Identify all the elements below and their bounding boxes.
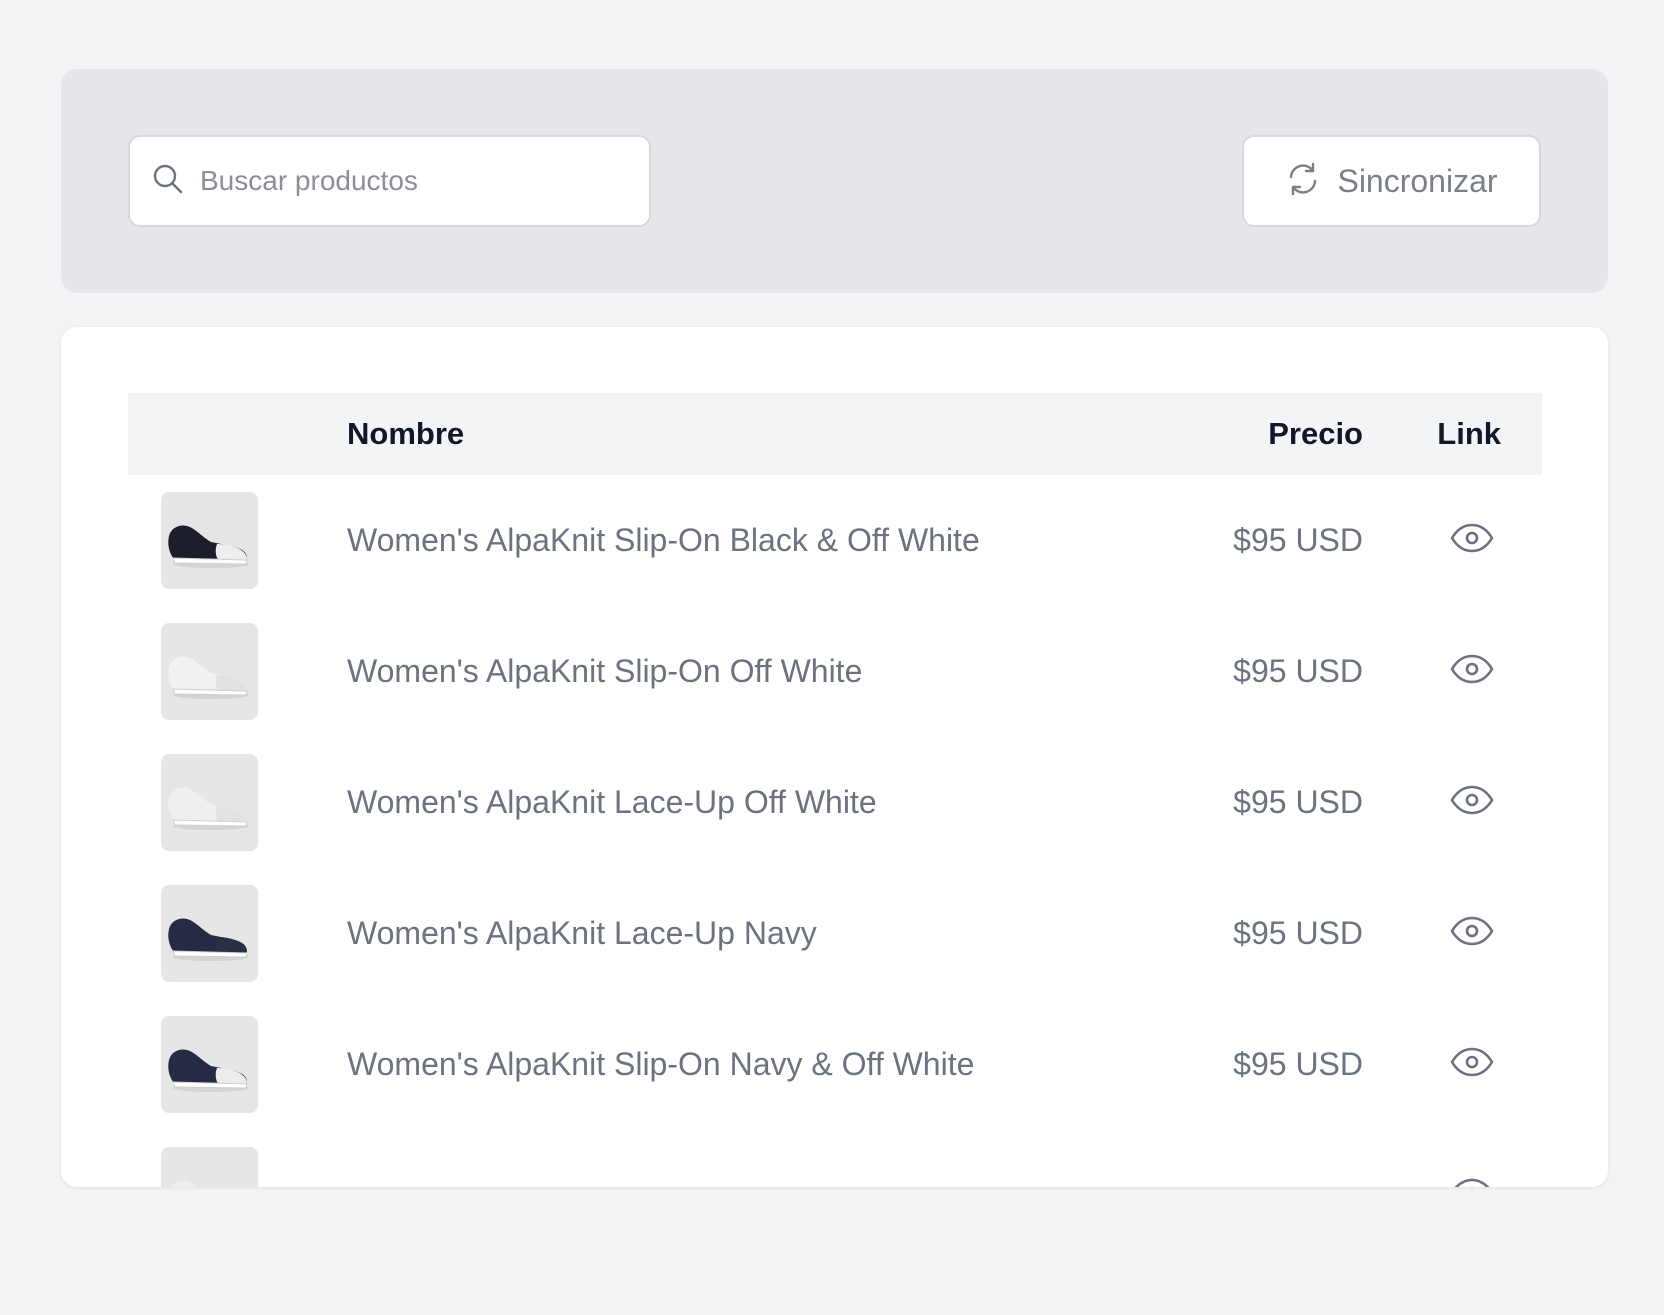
eye-icon	[1450, 523, 1494, 558]
column-header-link: Link	[1437, 416, 1501, 451]
table-row[interactable]	[128, 1130, 1542, 1187]
eye-icon	[1450, 654, 1494, 689]
search-input[interactable]	[200, 165, 620, 197]
table-row[interactable]: Women's AlpaKnit Lace-Up Navy $95 USD	[128, 868, 1542, 999]
search-box[interactable]	[128, 135, 651, 227]
page: Sincronizar Nombre Precio Link Women's A…	[0, 0, 1664, 1315]
product-price: $95 USD	[1233, 784, 1363, 820]
product-thumbnail	[161, 492, 258, 589]
product-thumbnail	[161, 754, 258, 851]
sync-icon	[1285, 161, 1321, 202]
toolbar: Sincronizar	[61, 69, 1608, 293]
products-table-card: Nombre Precio Link Women's AlpaKnit Slip…	[61, 327, 1608, 1187]
product-thumbnail	[161, 623, 258, 720]
view-product-link[interactable]	[1449, 779, 1495, 825]
product-name: Women's AlpaKnit Slip-On Navy & Off Whit…	[347, 1046, 975, 1082]
product-price: $95 USD	[1233, 653, 1363, 689]
table-row[interactable]: Women's AlpaKnit Slip-On Navy & Off Whit…	[128, 999, 1542, 1130]
product-thumbnail	[161, 1147, 258, 1187]
view-product-link[interactable]	[1449, 1172, 1495, 1187]
table-header: Nombre Precio Link	[128, 393, 1542, 475]
table-row[interactable]: Women's AlpaKnit Slip-On Off White $95 U…	[128, 606, 1542, 737]
product-name: Women's AlpaKnit Lace-Up Navy	[347, 915, 817, 951]
eye-icon	[1450, 916, 1494, 951]
sync-button-label: Sincronizar	[1337, 162, 1498, 199]
product-thumbnail	[161, 1016, 258, 1113]
view-product-link[interactable]	[1449, 910, 1495, 956]
column-header-name[interactable]: Nombre	[347, 393, 464, 475]
view-product-link[interactable]	[1449, 517, 1495, 563]
table-row[interactable]: Women's AlpaKnit Lace-Up Off White $95 U…	[128, 737, 1542, 868]
product-price: $95 USD	[1233, 522, 1363, 558]
product-name: Women's AlpaKnit Slip-On Off White	[347, 653, 863, 689]
eye-icon	[1450, 785, 1494, 820]
product-price: $95 USD	[1233, 915, 1363, 951]
eye-icon	[1450, 1047, 1494, 1082]
table-row[interactable]: Women's AlpaKnit Slip-On Black & Off Whi…	[128, 475, 1542, 606]
column-header-price[interactable]: Precio	[1268, 393, 1363, 475]
product-name: Women's AlpaKnit Lace-Up Off White	[347, 784, 877, 820]
view-product-link[interactable]	[1449, 648, 1495, 694]
table-body: Women's AlpaKnit Slip-On Black & Off Whi…	[128, 475, 1542, 1187]
product-name: Women's AlpaKnit Slip-On Black & Off Whi…	[347, 522, 980, 558]
product-price: $95 USD	[1233, 1046, 1363, 1082]
eye-icon	[1450, 1178, 1494, 1187]
product-thumbnail	[161, 885, 258, 982]
view-product-link[interactable]	[1449, 1041, 1495, 1087]
sync-button[interactable]: Sincronizar	[1242, 135, 1541, 227]
search-icon	[152, 163, 184, 200]
